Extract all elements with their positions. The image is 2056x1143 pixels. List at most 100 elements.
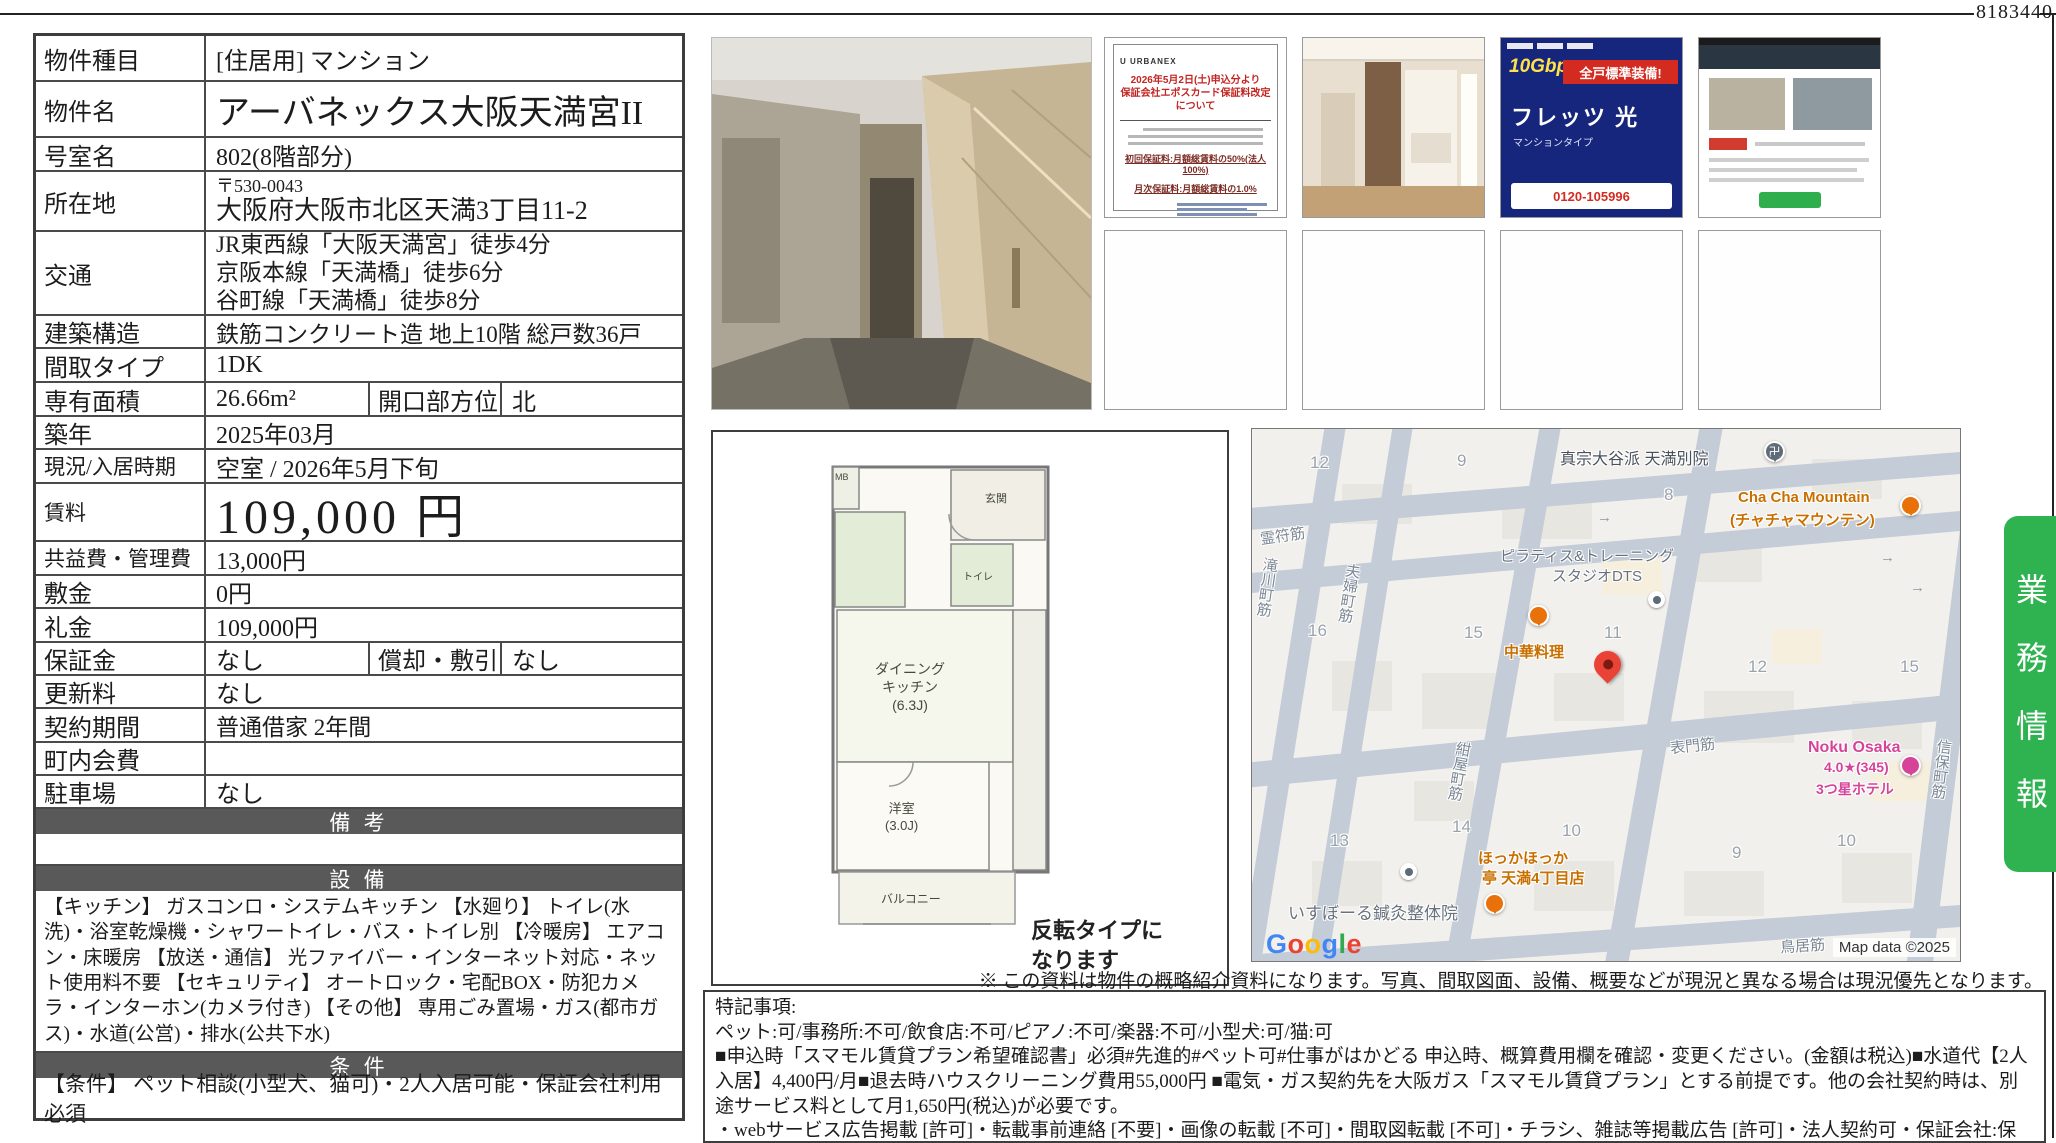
webpage-badge — [1709, 138, 1747, 150]
webpage-illustration — [1699, 38, 1880, 217]
table-row-layout: 間取タイプ 1DK — [36, 347, 682, 381]
conditions-body: 【条件】 ペット相談(小型犬、猫可)・2人入居可能・保証会社利用必須 — [36, 1078, 682, 1118]
urbanex-logo: U URBANEX — [1120, 57, 1273, 66]
row-label: 間取タイプ — [36, 349, 206, 381]
notes-pets-line: ペット:可/事務所:不可/飲食店:不可/ピアノ:不可/楽器:不可/小型犬:可/猫… — [715, 1021, 2034, 1046]
row-label: 交通 — [36, 232, 206, 314]
row-value: なし — [206, 776, 682, 807]
special-notes-box: 特記事項: ペット:可/事務所:不可/飲食店:不可/ピアノ:不可/楽器:不可/小… — [703, 990, 2046, 1143]
table-row-built: 築年 2025年03月 — [36, 415, 682, 448]
block-number: 10 — [1837, 831, 1856, 851]
notes-paragraph-2: ・webサービス広告掲載 [許可]・転載事前連絡 [不要]・画像の転載 [不可]… — [715, 1119, 2034, 1143]
row-label: 現況/入居時期 — [36, 450, 206, 482]
divider — [1120, 120, 1271, 121]
thumbnail-webpage-screenshot — [1698, 37, 1881, 218]
table-row-structure: 建築構造 鉄筋コンクリート造 地上10階 総戸数36戸 — [36, 314, 682, 347]
row-label: 物件種目 — [36, 36, 206, 80]
floorplan-room-label: 洋室 (3.0J) — [885, 800, 918, 834]
flets-hikari-label: フレッツ 光 — [1511, 100, 1639, 132]
block-number: 10 — [1562, 821, 1581, 841]
flyer-point2: 月次保証料:月額総賃料の1.0% — [1118, 182, 1273, 195]
row-value: 鉄筋コンクリート造 地上10階 総戸数36戸 — [206, 316, 682, 347]
pilates-dot-pin-icon — [1648, 591, 1665, 608]
map-building — [1554, 673, 1624, 721]
bento-pin-icon — [1484, 893, 1505, 914]
row-label: 賃料 — [36, 484, 206, 540]
row-value: 802(8階部分) — [206, 138, 682, 170]
floorplan-dk-label: ダイニング キッチン (6.3J) — [875, 660, 945, 714]
row-label: 保証金 — [36, 643, 206, 674]
oneway-arrow-icon: → — [1910, 579, 1925, 596]
address: 大阪府大阪市北区天満3丁目11-2 — [216, 196, 588, 226]
floor-plan: MB 玄関 トイレ ダイニング キッチン (6.3J) 洋室 (3.0J) バル… — [711, 430, 1229, 986]
table-row-room: 号室名 802(8階部分) — [36, 136, 682, 170]
poi-bento-label-line2: 亭 天満4丁目店 — [1482, 867, 1585, 888]
access-line: 谷町線「天満橋」徒歩8分 — [216, 287, 481, 315]
business-info-tab[interactable]: 業務情報 — [2004, 516, 2056, 872]
empty-photo-slot — [1698, 230, 1881, 410]
floorplan-balcony-label: バルコニー — [881, 890, 941, 907]
temple-pin-icon: 卍 — [1764, 441, 1785, 462]
empty-photo-slot — [1500, 230, 1683, 410]
floorplan-entrance-label: 玄関 — [985, 490, 1007, 506]
block-number: 8 — [1664, 485, 1673, 505]
table-row-address: 所在地 〒530-0043 大阪府大阪市北区天満3丁目11-2 — [36, 170, 682, 230]
poi-bento-label-line1: ほっかほっか — [1478, 847, 1568, 868]
map-building — [1684, 871, 1764, 916]
property-table: 物件種目 [住居用] マンション 物件名 アーバネックス大阪天満宮II 号室名 … — [33, 33, 685, 1121]
row-label: 町内会費 — [36, 743, 206, 774]
poi-hotel-name: Noku Osaka — [1808, 739, 1900, 757]
row-label: 物件名 — [36, 82, 206, 136]
block-number: 9 — [1457, 451, 1466, 471]
row-value: [住居用] マンション — [206, 36, 682, 80]
row-label: 礼金 — [36, 609, 206, 641]
block-number: 12 — [1748, 657, 1767, 677]
row-value: 26.66m² — [206, 383, 368, 415]
row-value: 普通借家 2年間 — [206, 709, 682, 741]
map-disclaimer: ※ この資料は物件の概略紹介資料になります。写真、間取図面、設備、概要などが現況… — [900, 966, 2043, 993]
remarks-header: 備 考 — [36, 807, 682, 834]
block-number: 13 — [1330, 831, 1349, 851]
document-id: 8183440 — [1976, 1, 2053, 24]
property-sheet: 8183440 物件種目 [住居用] マンション 物件名 アーバネックス大阪天満… — [0, 0, 2056, 1143]
row-label: 更新料 — [36, 676, 206, 707]
postal-code: 〒530-0043 — [216, 176, 303, 196]
table-row-association: 町内会費 — [36, 741, 682, 774]
webpage-photo — [1709, 78, 1785, 130]
table-row-deposit: 敷金 0円 — [36, 574, 682, 607]
table-row-name: 物件名 アーバネックス大阪天満宮II — [36, 80, 682, 136]
oneway-arrow-icon: → — [1880, 549, 1895, 566]
block-number: 15 — [1464, 623, 1483, 643]
page-border-top — [0, 13, 1974, 15]
table-row-type: 物件種目 [住居用] マンション — [36, 36, 682, 80]
poi-hotel-rating: 4.0★(345) — [1824, 759, 1889, 776]
equipment-body: 【キッチン】 ガスコンロ・システムキッチン 【水廻り】 トイレ(水洗)・浴室乾燥… — [36, 891, 682, 1051]
row-value: なし — [206, 643, 368, 674]
road-label-torii: 鳥居筋 — [1779, 933, 1825, 957]
row-value: 〒530-0043 大阪府大阪市北区天満3丁目11-2 — [206, 172, 682, 230]
block-number: 11 — [1604, 623, 1622, 643]
row-value: 2025年03月 — [206, 417, 682, 448]
text-placeholder — [1143, 128, 1263, 131]
interior-illustration — [1303, 38, 1484, 217]
block-number: 16 — [1308, 621, 1327, 641]
table-row-renewal: 更新料 なし — [36, 674, 682, 707]
row-label: 敷金 — [36, 576, 206, 607]
block-number: 12 — [1310, 453, 1329, 473]
row-label: 建築構造 — [36, 316, 206, 347]
poi-temple-label: 真宗大谷派 天満別院 — [1560, 445, 1708, 469]
table-row-fees: 共益費・管理費 13,000円 — [36, 540, 682, 574]
manji-icon: 卍 — [1768, 446, 1780, 458]
seitai-dot-pin-icon — [1400, 863, 1417, 880]
block-number: 15 — [1900, 657, 1919, 677]
hotel-pin-icon — [1900, 755, 1921, 776]
access-line: JR東西線「大阪天満宮」徒歩4分 — [216, 231, 551, 259]
row-value: 109,000円 — [206, 609, 682, 641]
row-label: 専有面積 — [36, 383, 206, 415]
row-label-2: 開口部方位 — [368, 383, 502, 415]
poi-hotel-sub: 3つ星ホテル — [1816, 779, 1894, 799]
notes-title: 特記事項: — [715, 996, 2034, 1021]
thumbnail-internet-flyer: 10Gbps 全戸標準装備! フレッツ 光 マンションタイプ 0120-1059… — [1500, 37, 1683, 218]
table-row-rent: 賃料 109,000 円 — [36, 482, 682, 540]
map-copyright: Map data ©2025 — [1833, 938, 1956, 957]
